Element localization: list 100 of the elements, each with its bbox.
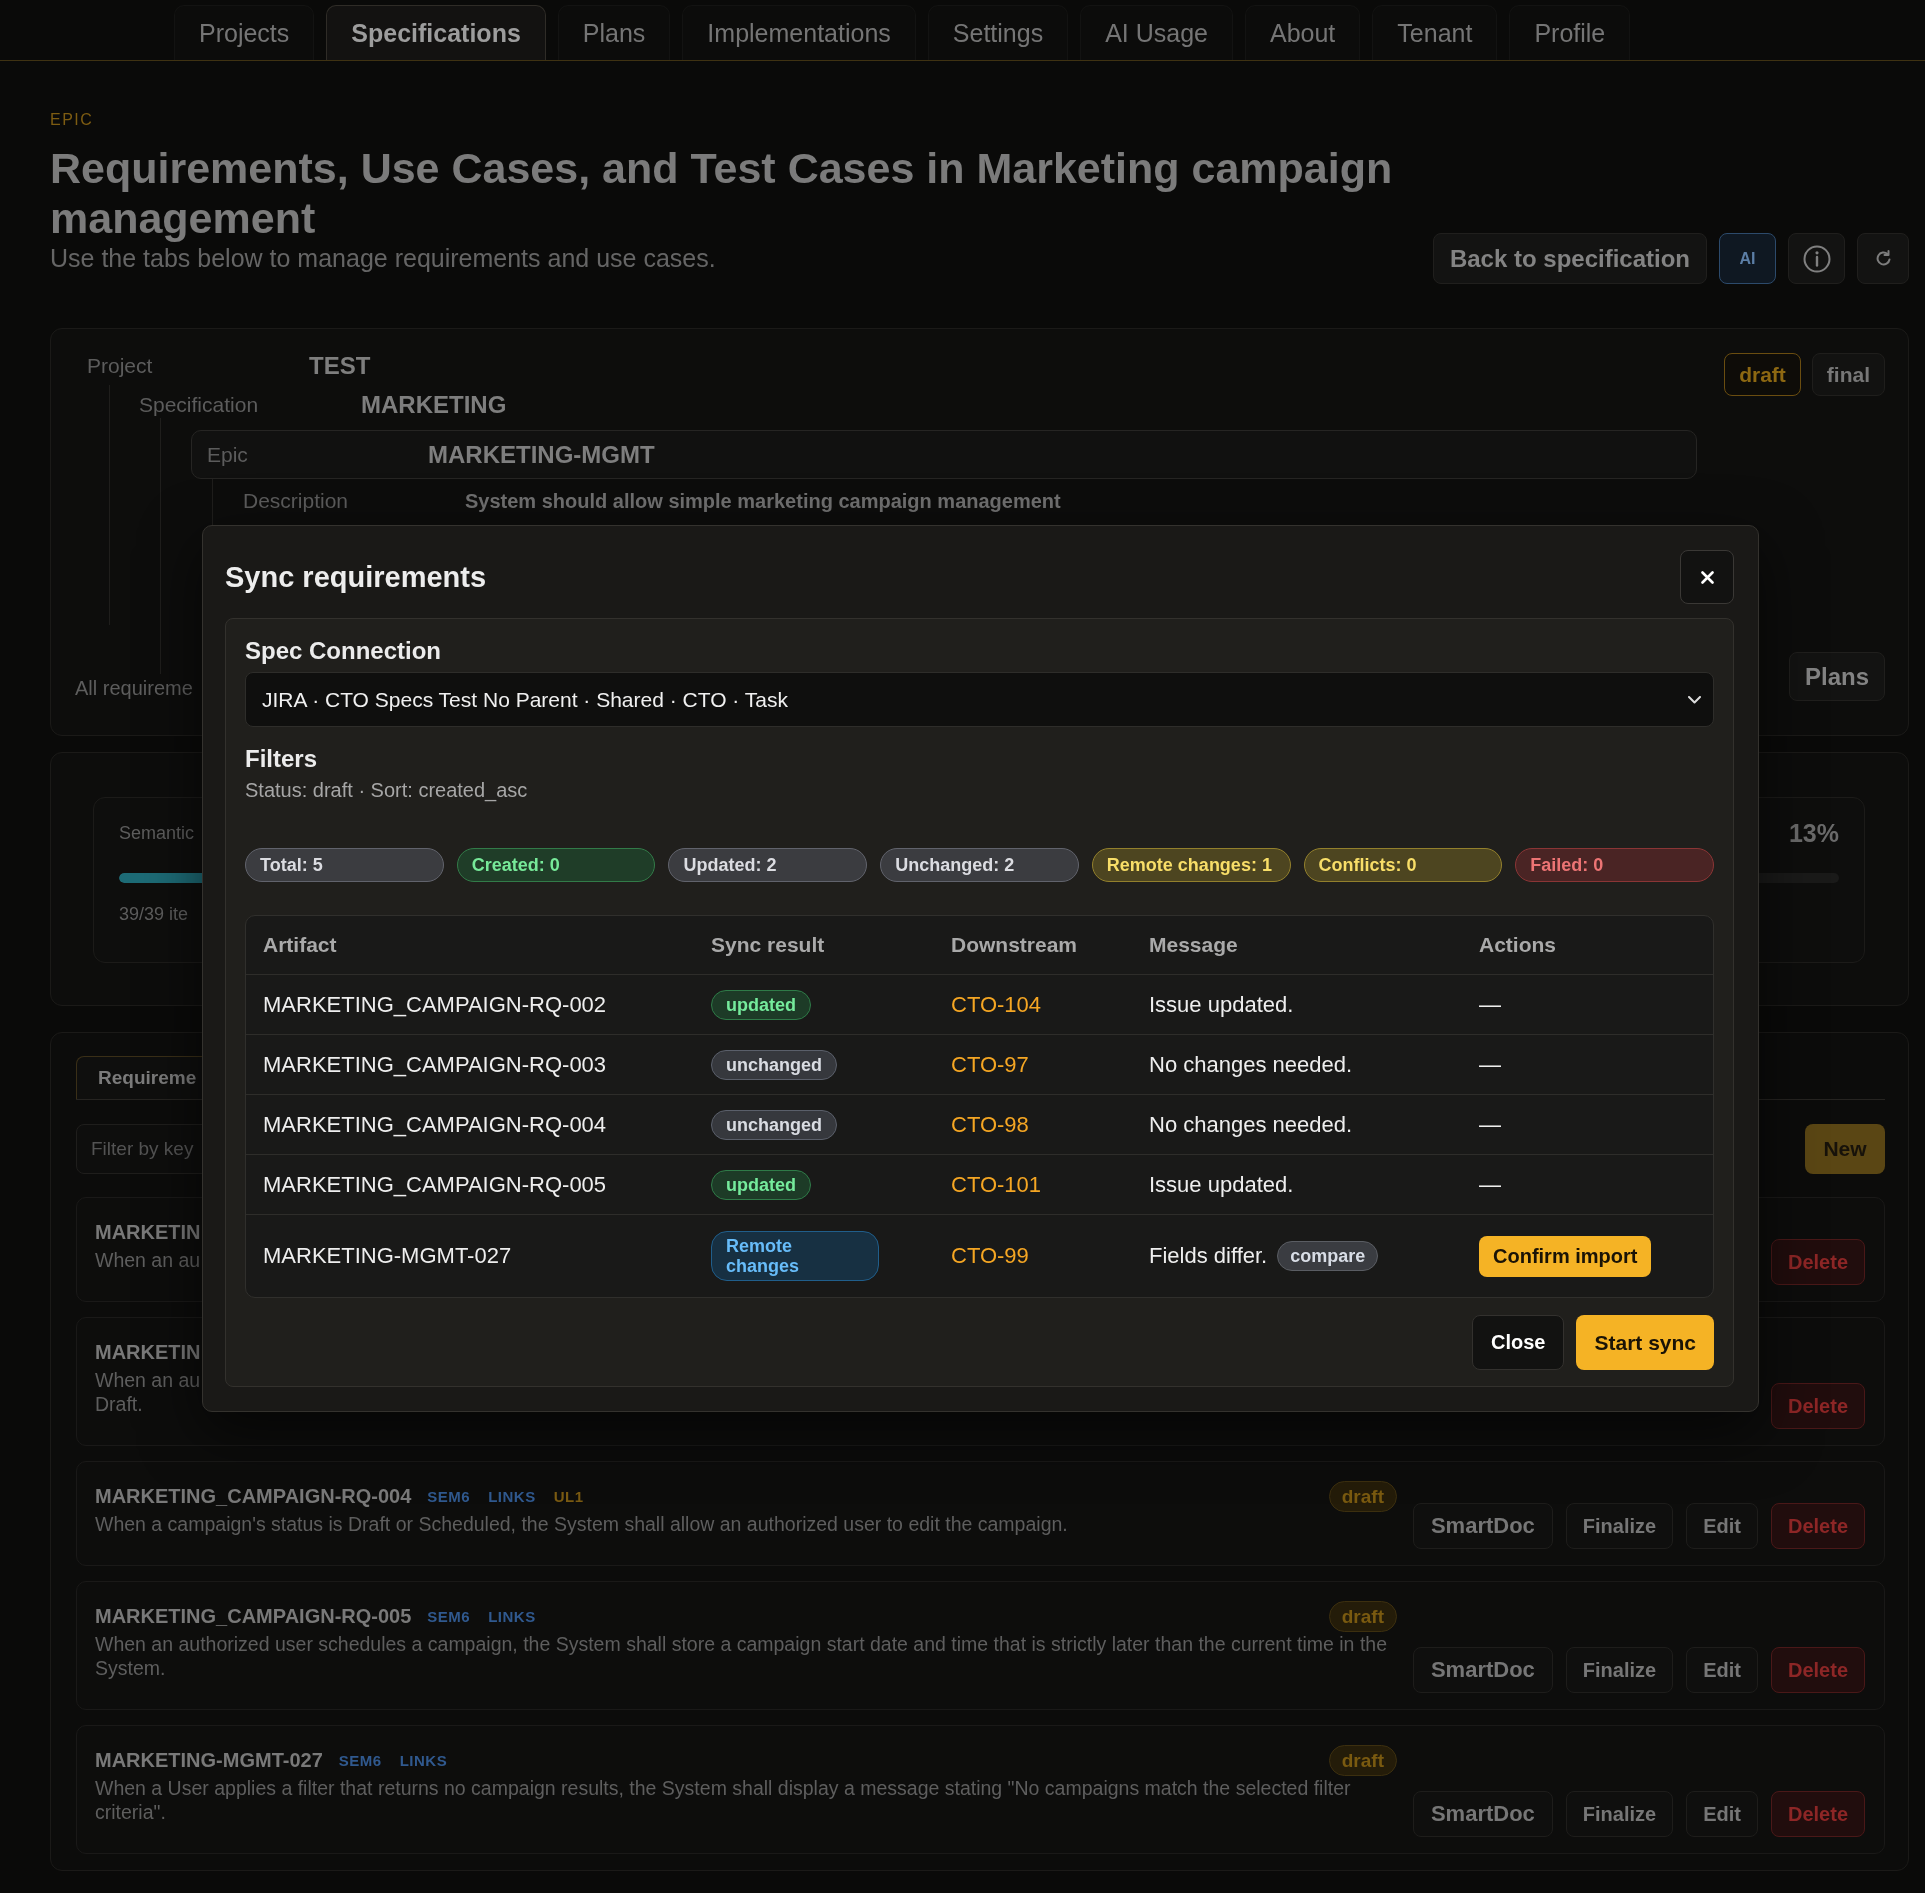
smartdoc-button[interactable]: SmartDoc [1412, 1791, 1553, 1837]
tag-label: SEM6 [427, 1608, 471, 1625]
tag-label: UL1 [553, 1488, 584, 1505]
delete-button[interactable]: Delete [1770, 1647, 1865, 1693]
column-header: Artifact [263, 933, 337, 957]
tag-label: SEM6 [427, 1488, 471, 1505]
issue-link[interactable]: CTO-99 [951, 1243, 1029, 1269]
requirement-id: MARKETIN [95, 1341, 201, 1364]
nav-tab[interactable]: Settings [927, 5, 1069, 60]
status-pill: updated [711, 1169, 811, 1200]
issue-link[interactable]: CTO-98 [951, 1111, 1029, 1138]
start-sync-button[interactable]: Start sync [1576, 1315, 1714, 1370]
info-icon [1802, 244, 1831, 273]
action-button[interactable]: Edit [1686, 1647, 1758, 1693]
field-label: Project [87, 354, 154, 378]
column-header: Downstream [951, 933, 1078, 957]
nav-tab[interactable]: Specifications [326, 5, 546, 60]
action-button[interactable]: Edit [1686, 1791, 1758, 1837]
ai-button[interactable]: AI [1719, 233, 1776, 284]
section-heading: Filters [245, 745, 318, 773]
nav-tab[interactable]: AI Usage [1080, 5, 1233, 60]
tag-label: LINKS [488, 1488, 536, 1505]
status-pill: updated [711, 989, 811, 1020]
page-title: Requirements, Use Cases, and Test Cases in Marketing campaign management [50, 143, 1394, 243]
tag-label: SEM6 [338, 1752, 382, 1769]
action-button[interactable]: Finalize [1565, 1791, 1674, 1837]
delete-button[interactable]: Delete [1770, 1791, 1865, 1837]
dialog-close-button[interactable]: Close [1472, 1315, 1565, 1370]
status-pill: unchanged [711, 1049, 837, 1080]
field-label: Description [243, 489, 350, 513]
requirement-description: When an au [95, 1368, 201, 1392]
table-cell: MARKETING-MGMT-027 [263, 1243, 512, 1269]
section-heading: Spec Connection [245, 638, 442, 664]
back-button[interactable]: Back to specification [1432, 233, 1707, 284]
table-cell: Issue updated. [1149, 1171, 1294, 1198]
status-toggle[interactable]: draft [1724, 353, 1801, 396]
connection-select[interactable]: JIRA · CTO Specs Test No Parent · Shared · CTO · Task [245, 672, 1714, 727]
nav-tab[interactable]: Implementations [682, 5, 916, 60]
table-cell: MARKETING_CAMPAIGN-RQ-004 [263, 1111, 607, 1138]
issue-link[interactable]: CTO-104 [951, 991, 1042, 1018]
requirement-id: MARKETING_CAMPAIGN-RQ-004 [95, 1485, 412, 1508]
count-chip: Failed: 0 [1515, 848, 1714, 882]
delete-button[interactable]: Delete [1770, 1503, 1865, 1549]
status-pill: unchanged [711, 1109, 837, 1140]
plans-button[interactable]: Plans [1788, 652, 1885, 701]
column-header: Actions [1479, 933, 1556, 957]
nav-tab[interactable]: Projects [174, 5, 315, 60]
delete-button[interactable]: Delete [1770, 1383, 1865, 1429]
status-toggle[interactable]: final [1811, 353, 1885, 396]
requirement-id: MARKETIN [95, 1221, 201, 1244]
table-cell: MARKETING_CAMPAIGN-RQ-003 [263, 1051, 607, 1078]
nav-tab[interactable]: About [1245, 5, 1361, 60]
requirement-description: When a User applies a filter that returns no campaign results, the System shall display a message stating "No campaigns match the selected filter criteria". [95, 1776, 1352, 1824]
close-button[interactable] [1680, 550, 1734, 604]
dialog-title: Sync requirements [225, 560, 487, 594]
eyebrow-label: EPIC [50, 110, 94, 130]
requirement-description: When an authorized user schedules a campaign, the System shall store a campaign start date and time that is strictly later than the current time in the System. [95, 1632, 1388, 1680]
action-button[interactable]: Finalize [1565, 1503, 1674, 1549]
nav-tab[interactable]: Profile [1509, 5, 1631, 60]
tag-label: LINKS [488, 1608, 536, 1625]
delete-button[interactable]: Delete [1770, 1239, 1865, 1285]
count-chip: Remote changes: 1 [1091, 848, 1291, 882]
table-cell: No changes needed. [1149, 1111, 1353, 1138]
coverage-label: Semantic [119, 822, 195, 844]
table-cell: MARKETING_CAMPAIGN-RQ-005 [263, 1171, 607, 1198]
column-header: Message [1149, 933, 1238, 957]
field-value: TEST [309, 352, 371, 380]
requirement-description: When a campaign's status is Draft or Scheduled, the System shall allow an authorized user to edit the campaign. [95, 1512, 1068, 1536]
table-cell: Fields differ. [1149, 1243, 1268, 1269]
table-cell: No changes needed. [1149, 1051, 1353, 1078]
action-button[interactable]: Edit [1686, 1503, 1758, 1549]
status-badge: draft [1328, 1745, 1397, 1776]
requirement-id: MARKETING-MGMT-027 [95, 1749, 323, 1772]
status-badge: draft [1328, 1601, 1397, 1632]
action-button[interactable]: Finalize [1565, 1647, 1674, 1693]
tag-label: LINKS [399, 1752, 448, 1769]
close-icon [1700, 570, 1714, 584]
info-button[interactable] [1788, 233, 1845, 284]
smartdoc-button[interactable]: SmartDoc [1412, 1647, 1553, 1693]
nav-tab[interactable]: Plans [557, 5, 671, 60]
requirement-description: When an au [95, 1248, 201, 1272]
coverage-percent: 13% [1788, 818, 1839, 848]
requirement-id: MARKETING_CAMPAIGN-RQ-005 [95, 1605, 412, 1628]
table-cell: — [1479, 1051, 1501, 1078]
count-chip: Conflicts: 0 [1303, 848, 1503, 882]
issue-link[interactable]: CTO-97 [951, 1051, 1029, 1078]
status-badge: draft [1328, 1481, 1397, 1512]
table-cell: — [1479, 1111, 1501, 1138]
confirm-import-button[interactable]: Confirm import [1479, 1235, 1652, 1277]
issue-link[interactable]: CTO-101 [951, 1171, 1042, 1198]
count-chip: Created: 0 [456, 848, 656, 882]
table-cell: Issue updated. [1149, 991, 1294, 1018]
smartdoc-button[interactable]: SmartDoc [1412, 1503, 1553, 1549]
chevron-down-icon [1688, 695, 1701, 704]
refresh-button[interactable] [1857, 233, 1909, 284]
nav-tab[interactable]: Tenant [1372, 5, 1498, 60]
compare-button[interactable]: compare [1277, 1241, 1379, 1271]
filter-summary: Status: draft · Sort: created_asc [245, 779, 528, 801]
table-cell: — [1479, 1171, 1501, 1198]
summary-text: All requireme [75, 676, 193, 701]
